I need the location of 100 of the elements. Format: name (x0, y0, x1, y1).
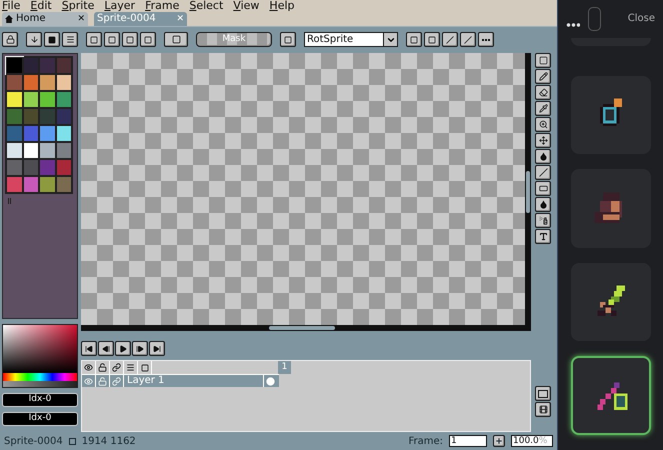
selection-add-button[interactable] (104, 32, 120, 47)
rotation-algorithm-dropdown[interactable]: RotSprite (304, 32, 398, 47)
palette-swatch[interactable] (22, 159, 39, 176)
menu-button[interactable] (62, 32, 78, 47)
item-card[interactable] (570, 169, 650, 248)
palette-swatch[interactable] (22, 91, 39, 108)
palette-swatch[interactable] (22, 108, 39, 125)
selection-intersect-button[interactable] (140, 32, 156, 47)
transparent-color-button[interactable] (164, 32, 188, 47)
palette-swatch[interactable] (6, 125, 22, 142)
arrow-down-icon (30, 35, 38, 44)
move-icon (538, 136, 548, 145)
palette-swatch[interactable] (56, 125, 72, 142)
next-frame-button[interactable] (132, 341, 148, 356)
vertical-scrollbar[interactable] (526, 171, 530, 213)
color-index-field[interactable]: Idx-0 (2, 412, 78, 426)
palette-swatch[interactable] (56, 91, 72, 108)
eraser-tool[interactable] (535, 85, 551, 100)
menu-item[interactable]: Layer (104, 0, 136, 11)
menu-item[interactable]: Select (189, 0, 224, 11)
rectangle-tool[interactable] (535, 181, 551, 196)
palette-swatch[interactable] (22, 74, 39, 91)
close-button[interactable]: Close (628, 11, 655, 26)
arrow-down-button[interactable] (26, 32, 42, 47)
fill-tool[interactable] (535, 149, 551, 164)
menu-item[interactable]: File (2, 0, 20, 11)
palette-swatch[interactable] (56, 142, 72, 159)
pencil-tool[interactable] (535, 69, 551, 84)
palette-swatch[interactable] (22, 57, 39, 74)
previous-frame-button[interactable] (98, 341, 114, 356)
lock-button[interactable] (2, 32, 18, 47)
palette-swatch[interactable] (6, 176, 22, 193)
rotate-button[interactable] (460, 32, 476, 47)
palette-swatch[interactable] (39, 125, 56, 142)
text-tool[interactable] (535, 229, 551, 244)
flip-button[interactable] (424, 32, 440, 47)
sprite-canvas[interactable] (81, 53, 531, 332)
play-button[interactable] (115, 341, 131, 356)
palette-swatch[interactable] (22, 176, 39, 193)
item-card[interactable] (570, 262, 650, 342)
palette-swatch[interactable] (39, 108, 56, 125)
palette-swatch[interactable] (6, 57, 22, 74)
resize-handle-icon[interactable] (8, 198, 11, 204)
palette-swatch[interactable] (22, 125, 39, 142)
menu-item[interactable]: View (233, 0, 260, 11)
pivot-button[interactable] (280, 32, 296, 47)
flip-button[interactable] (406, 32, 422, 47)
palette-swatch[interactable] (6, 91, 22, 108)
zoom-field[interactable]: 100.0% (511, 435, 553, 447)
item-card[interactable] (570, 356, 650, 435)
zoom-tool[interactable] (535, 117, 551, 132)
first-frame-button[interactable] (81, 341, 97, 356)
palette-swatch[interactable] (39, 57, 56, 74)
line-tool[interactable] (535, 165, 551, 180)
palette-swatch[interactable] (39, 159, 56, 176)
color-index-field[interactable]: Idx-0 (2, 393, 78, 407)
palette-swatch[interactable] (39, 74, 56, 91)
square-button[interactable] (44, 32, 60, 47)
menu-item[interactable]: Help (269, 0, 294, 11)
palette-swatch[interactable] (6, 74, 22, 91)
palette-swatch[interactable] (56, 57, 72, 74)
palette-swatch[interactable] (39, 142, 56, 159)
palette-swatch[interactable] (56, 74, 72, 91)
palette-swatch[interactable] (56, 176, 72, 193)
menu-item[interactable]: Edit (30, 0, 52, 11)
marquee-tool[interactable] (535, 53, 551, 68)
move-tool[interactable] (535, 133, 551, 148)
last-frame-button[interactable] (149, 341, 165, 356)
frame-field[interactable]: 1 (449, 435, 487, 447)
rectangle-icon (538, 184, 548, 193)
close-icon[interactable]: ✕ (77, 14, 85, 24)
color-picker[interactable] (2, 324, 78, 388)
contour-tool[interactable] (535, 197, 551, 212)
add-frame-button[interactable] (493, 435, 505, 447)
item-card[interactable] (570, 76, 650, 154)
rotate-button[interactable] (442, 32, 458, 47)
layer-name: Layer 1 (124, 375, 264, 388)
actual-size-button[interactable] (535, 386, 551, 401)
timeline-button[interactable] (535, 402, 551, 417)
palette-swatch[interactable] (6, 108, 22, 125)
spray-tool[interactable] (535, 213, 551, 228)
palette-swatch[interactable] (39, 91, 56, 108)
more-button[interactable] (478, 32, 494, 47)
drop-icon (538, 152, 548, 161)
palette-swatch[interactable] (6, 159, 22, 176)
cel-icon[interactable] (266, 376, 275, 386)
horizontal-scrollbar[interactable] (269, 326, 335, 330)
selection-subtract-button[interactable] (122, 32, 138, 47)
palette-swatch[interactable] (22, 142, 39, 159)
menu-item[interactable]: Sprite (62, 0, 94, 11)
palette-swatch[interactable] (56, 159, 72, 176)
menu-item[interactable]: Frame (145, 0, 180, 11)
more-icon[interactable] (566, 22, 580, 27)
eyedropper-tool[interactable] (535, 101, 551, 116)
palette-swatch[interactable] (6, 142, 22, 159)
selection-mode-button[interactable] (86, 32, 102, 47)
palette-swatch[interactable] (39, 176, 56, 193)
tab[interactable]: Home ✕ (2, 12, 88, 26)
line-icon (538, 168, 548, 177)
palette-swatch[interactable] (56, 108, 72, 125)
